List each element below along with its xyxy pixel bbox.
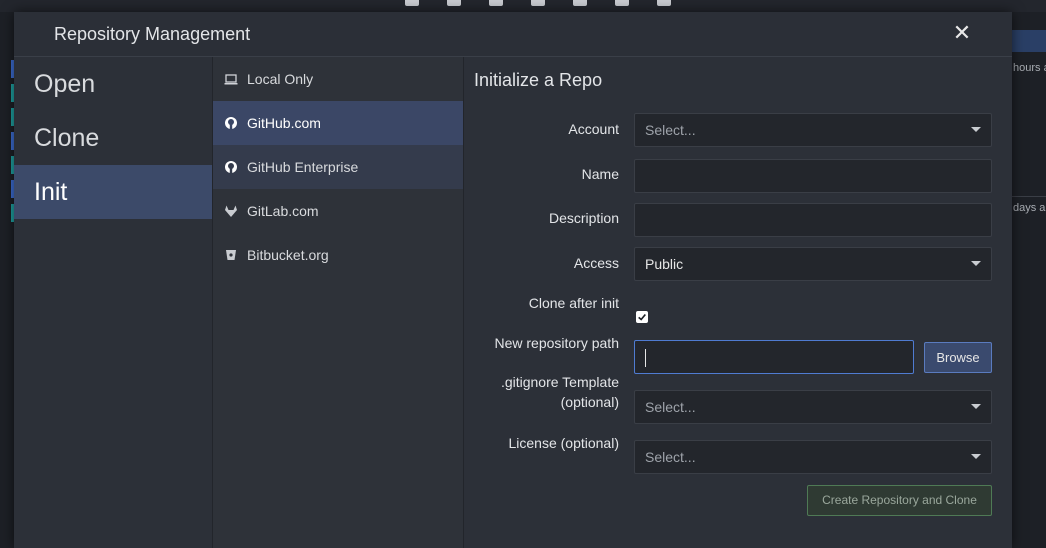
provider-item-local-only[interactable]: Local Only	[213, 57, 463, 101]
provider-label: Bitbucket.org	[247, 247, 329, 263]
provider-label: GitLab.com	[247, 203, 319, 219]
toolbar-pop-icon	[657, 0, 671, 6]
provider-item-gitlab[interactable]: GitLab.com	[213, 189, 463, 233]
chevron-down-icon	[971, 404, 981, 409]
background-row-divider	[1012, 196, 1046, 197]
mode-nav: Open Clone Init	[14, 57, 213, 548]
background-selected-row	[1012, 30, 1046, 52]
background-row-time: days a	[1013, 202, 1046, 214]
create-repository-button[interactable]: Create Repository and Clone	[807, 485, 992, 516]
access-label: Access	[573, 255, 619, 271]
browse-button[interactable]: Browse	[924, 342, 992, 373]
provider-label: GitHub.com	[247, 115, 321, 131]
toolbar-stash-icon	[615, 0, 629, 6]
toolbar-branch-icon	[573, 0, 587, 6]
provider-label: GitHub Enterprise	[247, 159, 359, 175]
toolbar-pull-icon	[489, 0, 503, 6]
repo-path-input[interactable]	[634, 340, 914, 374]
repository-management-dialog: Repository Management ✕ Open Clone Init …	[14, 12, 1012, 548]
account-select-value: Select...	[645, 122, 696, 138]
background-row-time: hours a	[1013, 62, 1046, 74]
name-input[interactable]	[634, 159, 992, 193]
account-select[interactable]: Select...	[634, 113, 992, 147]
provider-item-bitbucket[interactable]: Bitbucket.org	[213, 233, 463, 277]
description-input[interactable]	[634, 203, 992, 237]
background-toolbar-icons	[405, 0, 671, 8]
background-graph-strip	[0, 60, 14, 250]
repo-path-label: New repository path	[494, 335, 619, 351]
close-icon[interactable]: ✕	[950, 21, 974, 45]
gitlab-icon	[223, 203, 239, 219]
text-cursor	[645, 349, 646, 367]
section-title: Initialize a Repo	[474, 70, 603, 90]
toolbar-undo-icon	[405, 0, 419, 6]
checkmark-icon	[638, 313, 646, 321]
github-icon	[223, 115, 239, 131]
gitignore-select-value: Select...	[645, 399, 696, 415]
account-label: Account	[568, 121, 619, 137]
init-form: Initialize a Repo Account Select... Name…	[464, 57, 1012, 548]
bitbucket-icon	[223, 247, 239, 263]
provider-item-github-enterprise[interactable]: GitHub Enterprise	[213, 145, 463, 189]
clone-after-init-checkbox[interactable]	[636, 311, 648, 323]
license-select[interactable]: Select...	[634, 440, 992, 474]
clone-after-init-label: Clone after init	[528, 295, 619, 311]
gitignore-label-line2: (optional)	[560, 394, 619, 410]
name-label: Name	[581, 166, 619, 182]
toolbar-redo-icon	[447, 0, 461, 6]
nav-item-open[interactable]: Open	[14, 57, 212, 111]
dialog-title: Repository Management	[54, 24, 251, 44]
gitignore-label-line1: .gitignore Template	[500, 374, 619, 390]
provider-list: Local Only GitHub.com GitHub Enterprise …	[213, 57, 464, 548]
provider-label: Local Only	[247, 71, 314, 87]
access-select-value: Public	[645, 256, 684, 272]
description-label: Description	[548, 210, 619, 226]
license-label: License (optional)	[508, 435, 619, 451]
toolbar-push-icon	[531, 0, 545, 6]
dialog-header: Repository Management ✕	[14, 12, 1012, 57]
chevron-down-icon	[971, 454, 981, 459]
license-select-value: Select...	[645, 449, 696, 465]
nav-item-clone[interactable]: Clone	[14, 111, 212, 165]
github-icon	[223, 159, 239, 175]
gitignore-label: .gitignore Template (optional)	[501, 372, 619, 412]
access-select[interactable]: Public	[634, 247, 992, 281]
provider-item-github[interactable]: GitHub.com	[213, 101, 463, 145]
nav-item-init[interactable]: Init	[14, 165, 212, 219]
chevron-down-icon	[971, 127, 981, 132]
laptop-icon	[223, 71, 239, 87]
gitignore-select[interactable]: Select...	[634, 390, 992, 424]
chevron-down-icon	[971, 261, 981, 266]
